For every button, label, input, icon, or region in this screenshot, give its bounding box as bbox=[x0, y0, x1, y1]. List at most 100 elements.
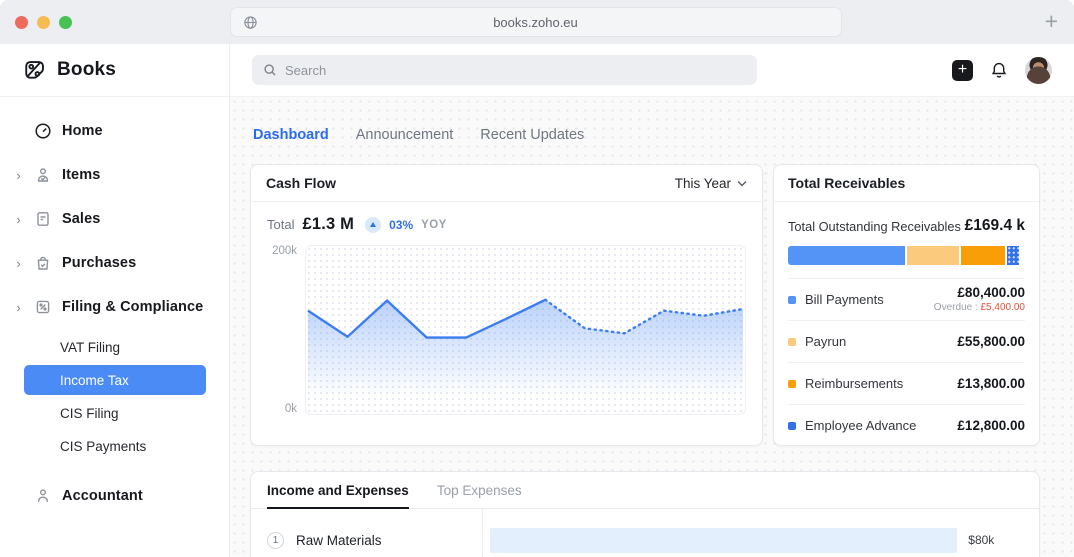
total-value: £1.3 M bbox=[302, 215, 355, 233]
items-icon bbox=[33, 165, 53, 185]
outstanding-value: £169.4 k bbox=[964, 217, 1025, 234]
trend-up-icon bbox=[365, 216, 382, 233]
outstanding-label: Total Outstanding Receivables bbox=[788, 218, 961, 234]
app-logo[interactable]: Books bbox=[0, 44, 229, 97]
home-icon bbox=[33, 121, 53, 141]
period-value: This Year bbox=[674, 175, 731, 191]
amount: £13,800.00 bbox=[957, 376, 1025, 391]
legend-swatch bbox=[788, 337, 796, 346]
receivables-row-payrun[interactable]: Payrun £55,800.00 bbox=[788, 320, 1025, 362]
sidebar-item-filing-compliance[interactable]: › Filing & Compliance bbox=[0, 285, 229, 329]
sidebar-item-sales[interactable]: › Sales bbox=[0, 197, 229, 241]
sidebar-item-items[interactable]: › Items bbox=[0, 153, 229, 197]
receivables-segment bbox=[1007, 246, 1020, 265]
sidebar-subitem-income-tax[interactable]: Income Tax bbox=[24, 365, 206, 395]
y-tick-min: 0k bbox=[284, 403, 297, 415]
rank-badge: 1 bbox=[267, 531, 284, 549]
total-label: Total bbox=[267, 217, 295, 232]
search-placeholder: Search bbox=[285, 62, 327, 78]
filing-compliance-icon bbox=[33, 297, 53, 317]
search-input[interactable]: Search bbox=[252, 55, 757, 85]
purchases-icon bbox=[33, 253, 53, 273]
quick-create-button[interactable]: + bbox=[952, 59, 973, 81]
sidebar-item-purchases[interactable]: › Purchases bbox=[0, 241, 229, 285]
legend-swatch bbox=[788, 421, 796, 430]
chart-y-axis: 200k 0k bbox=[267, 245, 305, 415]
sidebar-subitem-vat-filing[interactable]: VAT Filing bbox=[24, 332, 206, 362]
books-logo-icon bbox=[22, 58, 47, 83]
amount: £12,800.00 bbox=[957, 418, 1025, 433]
total-receivables-card: Total Receivables Total Outstanding Rece… bbox=[773, 164, 1040, 446]
income-expenses-card: Income and Expenses Top Expenses 1 Raw M… bbox=[250, 471, 1040, 557]
cash-flow-card: Cash Flow This Year Total £1.3 M 03% YOY… bbox=[250, 164, 763, 446]
site-globe-icon bbox=[243, 15, 258, 30]
tab-announcement[interactable]: Announcement bbox=[356, 127, 454, 143]
sidebar-subitem-cis-payments[interactable]: CIS Payments bbox=[24, 431, 206, 461]
sidebar-item-label: Items bbox=[62, 167, 101, 183]
chevron-right-icon: › bbox=[16, 255, 21, 271]
tab-income-and-expenses[interactable]: Income and Expenses bbox=[267, 472, 409, 509]
expense-bar-value: $80k bbox=[968, 533, 995, 547]
dashboard-content: Dashboard Announcement Recent Updates Ca… bbox=[230, 97, 1074, 557]
user-avatar[interactable] bbox=[1025, 56, 1052, 84]
window-minimize-button[interactable] bbox=[37, 16, 50, 29]
expense-category-label: Raw Materials bbox=[296, 532, 382, 548]
overdue-amount: £5,400.00 bbox=[980, 301, 1026, 313]
cash-flow-title: Cash Flow bbox=[266, 175, 337, 191]
chevron-down-icon bbox=[737, 180, 747, 187]
sidebar-item-label: Home bbox=[62, 123, 103, 139]
cash-flow-line-chart bbox=[307, 298, 745, 414]
receivables-segment bbox=[961, 246, 1006, 265]
cash-flow-chart: 200k 0k bbox=[267, 245, 746, 415]
income-expenses-tabs: Income and Expenses Top Expenses bbox=[251, 472, 1039, 509]
tab-dashboard[interactable]: Dashboard bbox=[253, 127, 329, 143]
chevron-right-icon: › bbox=[16, 299, 21, 315]
search-icon bbox=[263, 63, 277, 77]
delta-suffix: YOY bbox=[421, 218, 447, 231]
delta-percent: 03% bbox=[389, 217, 414, 232]
tab-top-expenses[interactable]: Top Expenses bbox=[437, 472, 522, 508]
sidebar-item-label: Sales bbox=[62, 211, 101, 227]
page-tabs: Dashboard Announcement Recent Updates bbox=[253, 127, 1040, 143]
period-dropdown[interactable]: This Year bbox=[675, 176, 747, 191]
receivables-row-bill-payments[interactable]: Bill Payments £80,400.00 Overdue : £5,40… bbox=[788, 278, 1025, 320]
chevron-right-icon: › bbox=[16, 211, 21, 227]
receivables-row-employee-advance[interactable]: Employee Advance £12,800.00 bbox=[788, 404, 1025, 446]
chart-plot-area bbox=[305, 245, 746, 415]
filing-compliance-submenu: VAT Filing Income Tax CIS Filing CIS Pay… bbox=[0, 332, 229, 468]
url-text: books.zoho.eu bbox=[493, 14, 578, 30]
receivables-row-reimbursements[interactable]: Reimbursements £13,800.00 bbox=[788, 362, 1025, 404]
sidebar-nav: Home › Items › Sales › Purchases › Filin… bbox=[0, 97, 229, 518]
window-zoom-button[interactable] bbox=[59, 16, 72, 29]
receivables-title: Total Receivables bbox=[788, 175, 906, 191]
topbar: Search + bbox=[230, 44, 1074, 97]
chevron-right-icon: › bbox=[16, 167, 21, 183]
browser-window: books.zoho.eu + Books Home › Items › Sal… bbox=[0, 0, 1074, 557]
sidebar-subitem-cis-filing[interactable]: CIS Filing bbox=[24, 398, 206, 428]
notifications-icon[interactable] bbox=[990, 61, 1008, 79]
sidebar: Books Home › Items › Sales › Purchases ›… bbox=[0, 44, 230, 557]
sidebar-item-label: Accountant bbox=[62, 488, 143, 504]
sidebar-item-label: Filing & Compliance bbox=[62, 299, 204, 315]
y-tick-max: 200k bbox=[272, 245, 297, 257]
tab-recent-updates[interactable]: Recent Updates bbox=[480, 127, 584, 143]
new-tab-button[interactable]: + bbox=[1045, 8, 1058, 34]
window-close-button[interactable] bbox=[15, 16, 28, 29]
amount: £55,800.00 bbox=[957, 334, 1025, 349]
sales-icon bbox=[33, 209, 53, 229]
browser-chrome: books.zoho.eu + bbox=[0, 0, 1074, 44]
legend-swatch bbox=[788, 379, 796, 388]
expense-bar bbox=[490, 527, 958, 553]
sidebar-item-accountant[interactable]: Accountant bbox=[0, 474, 229, 518]
sidebar-item-home[interactable]: Home bbox=[0, 109, 229, 153]
receivables-segment bbox=[788, 246, 906, 265]
address-bar[interactable]: books.zoho.eu bbox=[230, 7, 842, 37]
sidebar-item-label: Purchases bbox=[62, 255, 137, 271]
receivables-stacked-bar bbox=[788, 246, 1025, 265]
overdue-note: Overdue : £5,400.00 bbox=[933, 301, 1026, 313]
expense-row-raw-materials[interactable]: 1 Raw Materials $80k bbox=[251, 509, 1039, 557]
app-name: Books bbox=[57, 59, 117, 80]
amount: £80,400.00 bbox=[957, 284, 1025, 300]
receivables-segment bbox=[907, 246, 960, 265]
window-controls bbox=[15, 16, 72, 29]
